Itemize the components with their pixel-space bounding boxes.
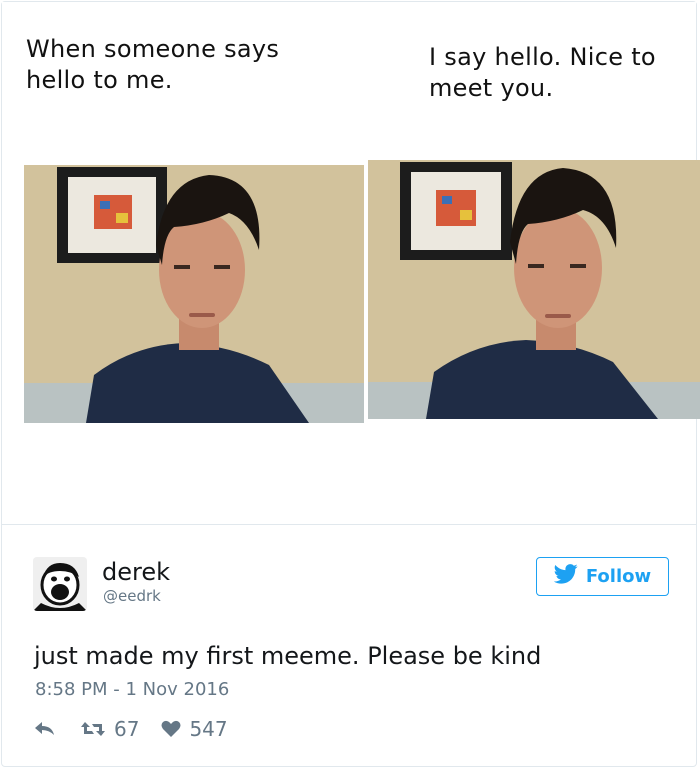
- follow-label: Follow: [585, 566, 652, 587]
- reply-button[interactable]: [34, 721, 56, 737]
- tweet-text: just made my first meeme. Please be kind: [34, 642, 542, 670]
- author-name[interactable]: derek: [102, 558, 170, 586]
- meme-caption-left: When someone says hello to me.: [26, 35, 280, 94]
- like-button[interactable]: 547: [161, 717, 228, 741]
- follow-button[interactable]: Follow: [536, 557, 669, 596]
- heart-icon: [161, 720, 181, 738]
- author-handle[interactable]: @eedrk: [103, 587, 161, 605]
- meme-photo-right: [368, 160, 700, 419]
- tweet-card: When someone says hello to me. I say hel…: [1, 1, 700, 767]
- divider: [2, 524, 696, 525]
- meme-caption-right: I say hello. Nice to meet you.: [429, 43, 656, 102]
- reply-icon: [34, 721, 56, 737]
- tweet-actions: 67 547: [34, 715, 228, 743]
- retweet-icon: [80, 720, 106, 738]
- avatar[interactable]: [33, 557, 87, 611]
- retweet-button[interactable]: 67: [80, 717, 139, 741]
- like-count: 547: [189, 717, 228, 741]
- meme-photo-left: [24, 165, 364, 423]
- retweet-count: 67: [114, 717, 140, 741]
- twitter-bird-icon: [553, 564, 586, 589]
- meme-image: When someone says hello to me. I say hel…: [2, 2, 700, 524]
- tweet-timestamp[interactable]: 8:58 PM - 1 Nov 2016: [35, 679, 229, 700]
